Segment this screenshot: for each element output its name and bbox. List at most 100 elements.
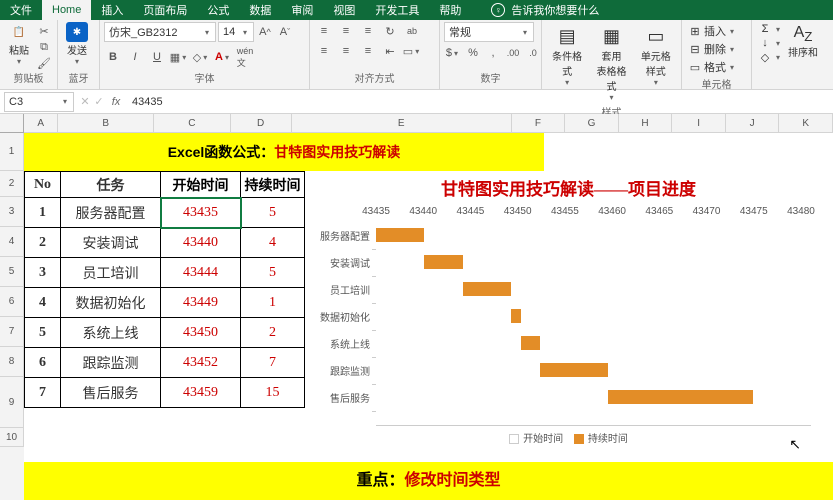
format-cells-button[interactable]: ▭格式▾ — [686, 58, 738, 76]
orientation-icon[interactable]: ↻ — [380, 22, 400, 40]
row-header[interactable]: 10 — [0, 428, 24, 447]
row-header[interactable]: 6 — [0, 287, 24, 317]
tab-view[interactable]: 视图 — [323, 0, 365, 20]
tab-file[interactable]: 文件 — [0, 0, 42, 20]
indent-dec-icon[interactable]: ⇤ — [380, 42, 400, 60]
align-middle-icon[interactable]: ≡ — [336, 22, 356, 40]
row-header[interactable]: 9 — [0, 377, 24, 428]
paste-button[interactable]: 📋 粘贴 ▾ — [4, 22, 34, 66]
cell-task[interactable]: 售后服务 — [61, 378, 161, 408]
delete-cells-button[interactable]: ⊟删除▾ — [686, 40, 738, 58]
clear-button[interactable]: ◇▾ — [756, 50, 784, 65]
wrap-text-button[interactable]: ab — [402, 22, 422, 40]
cut-icon[interactable]: ✂ — [36, 24, 52, 38]
cell-no[interactable]: 1 — [25, 198, 61, 228]
merge-button[interactable]: ▭▾ — [402, 42, 422, 60]
cell-no[interactable]: 6 — [25, 348, 61, 378]
row-header[interactable]: 3 — [0, 197, 24, 227]
inc-decimal-icon[interactable]: .00 — [504, 44, 522, 62]
align-bottom-icon[interactable]: ≡ — [358, 22, 378, 40]
col-header[interactable]: E — [292, 114, 512, 133]
align-right-icon[interactable]: ≡ — [358, 42, 378, 60]
cell-start[interactable]: 43444 — [161, 258, 241, 288]
fill-button[interactable]: ↓▾ — [756, 36, 784, 50]
enter-icon[interactable]: ✓ — [92, 95, 106, 108]
grow-font-icon[interactable]: A^ — [256, 23, 274, 41]
cell-start[interactable]: 43449 — [161, 288, 241, 318]
tab-insert[interactable]: 插入 — [91, 0, 133, 20]
row-header[interactable]: 7 — [0, 317, 24, 347]
cell-start[interactable]: 43450 — [161, 318, 241, 348]
col-header[interactable]: K — [779, 114, 833, 133]
col-header[interactable]: J — [726, 114, 780, 133]
col-header[interactable]: D — [231, 114, 292, 133]
cell-styles-button[interactable]: ▭单元格样式▾ — [635, 22, 677, 89]
row-header[interactable]: 1 — [0, 133, 24, 171]
fill-color-button[interactable]: ◇▾ — [192, 48, 210, 66]
underline-button[interactable]: U — [148, 48, 166, 66]
insert-cells-button[interactable]: ⊞插入▾ — [686, 22, 738, 40]
select-all-corner[interactable] — [0, 114, 24, 133]
cell-no[interactable]: 2 — [25, 228, 61, 258]
bluetooth-send-button[interactable]: ✱ 发送 ▾ — [62, 22, 92, 66]
cell-no[interactable]: 3 — [25, 258, 61, 288]
currency-icon[interactable]: $▾ — [444, 44, 462, 62]
dec-decimal-icon[interactable]: .0 — [524, 44, 542, 62]
row-header[interactable]: 4 — [0, 227, 24, 257]
format-painter-icon[interactable]: 🖌 — [36, 56, 52, 70]
cell-start[interactable]: 43459 — [161, 378, 241, 408]
col-header[interactable]: F — [512, 114, 566, 133]
font-color-button[interactable]: A▾ — [214, 48, 232, 66]
font-family-select[interactable]: 仿宋_GB2312▾ — [104, 22, 216, 42]
cell-task[interactable]: 服务器配置 — [61, 198, 161, 228]
copy-icon[interactable]: ⧉ — [36, 40, 52, 54]
cell-dur[interactable]: 5 — [241, 258, 305, 288]
tab-formula[interactable]: 公式 — [197, 0, 239, 20]
cell-task[interactable]: 数据初始化 — [61, 288, 161, 318]
th-task[interactable]: 任务 — [61, 172, 161, 198]
shrink-font-icon[interactable]: Aˇ — [276, 23, 294, 41]
cell-task[interactable]: 员工培训 — [61, 258, 161, 288]
cell-start[interactable]: 43435 — [161, 198, 241, 228]
font-size-select[interactable]: 14▾ — [218, 22, 254, 42]
cell-dur[interactable]: 15 — [241, 378, 305, 408]
number-format-select[interactable]: 常规▾ — [444, 22, 534, 42]
row-header[interactable]: 5 — [0, 257, 24, 287]
cell-dur[interactable]: 7 — [241, 348, 305, 378]
row-header[interactable]: 2 — [0, 171, 24, 197]
fx-button[interactable]: fx — [106, 96, 126, 108]
formula-input[interactable]: 43435 — [126, 96, 833, 108]
cell-start[interactable]: 43440 — [161, 228, 241, 258]
tab-data[interactable]: 数据 — [239, 0, 281, 20]
col-header[interactable]: G — [565, 114, 619, 133]
align-left-icon[interactable]: ≡ — [314, 42, 334, 60]
cell-dur[interactable]: 2 — [241, 318, 305, 348]
align-top-icon[interactable]: ≡ — [314, 22, 334, 40]
cell-task[interactable]: 安装调试 — [61, 228, 161, 258]
tab-help[interactable]: 帮助 — [429, 0, 471, 20]
comma-icon[interactable]: , — [484, 44, 502, 62]
cell-no[interactable]: 7 — [25, 378, 61, 408]
sort-filter-button[interactable]: AZ排序和 — [786, 22, 820, 61]
conditional-format-button[interactable]: ▤条件格式▾ — [546, 22, 588, 89]
cell-start[interactable]: 43452 — [161, 348, 241, 378]
phonetic-button[interactable]: wén文 — [236, 48, 254, 66]
format-as-table-button[interactable]: ▦套用 表格格式▾ — [590, 22, 632, 104]
cell-task[interactable]: 跟踪监测 — [61, 348, 161, 378]
tab-dev[interactable]: 开发工具 — [365, 0, 429, 20]
percent-icon[interactable]: % — [464, 44, 482, 62]
th-no[interactable]: No — [25, 172, 61, 198]
gantt-chart[interactable]: 甘特图实用技巧解读——项目进度 434354344043445434504345… — [306, 171, 831, 461]
tab-home[interactable]: Home — [42, 0, 91, 20]
autosum-button[interactable]: Σ▾ — [756, 22, 784, 36]
th-dur[interactable]: 持续时间 — [241, 172, 305, 198]
tab-review[interactable]: 审阅 — [281, 0, 323, 20]
bold-button[interactable]: B — [104, 48, 122, 66]
tab-layout[interactable]: 页面布局 — [133, 0, 197, 20]
cell-dur[interactable]: 1 — [241, 288, 305, 318]
col-header[interactable]: H — [619, 114, 673, 133]
th-start[interactable]: 开始时间 — [161, 172, 241, 198]
name-box[interactable]: C3▾ — [4, 92, 74, 112]
cell-task[interactable]: 系统上线 — [61, 318, 161, 348]
border-button[interactable]: ▦▾ — [170, 48, 188, 66]
